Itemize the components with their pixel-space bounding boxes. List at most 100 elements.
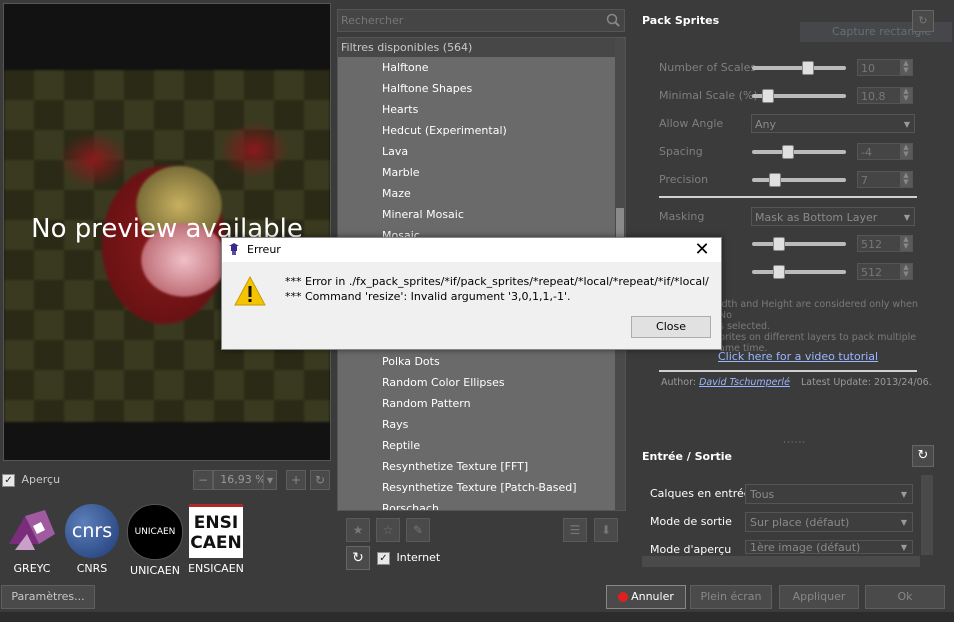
slider-knob[interactable] bbox=[802, 61, 814, 75]
spin-arrows-icon[interactable]: ▲ ▼ bbox=[900, 60, 912, 75]
slider-knob[interactable] bbox=[782, 145, 794, 159]
filter-item[interactable]: Resynthetize Texture [FFT] bbox=[338, 456, 614, 477]
logo-greyc: GREYC bbox=[3, 504, 61, 575]
reset-params-button[interactable]: ↻ bbox=[912, 10, 934, 32]
param-slider[interactable] bbox=[752, 237, 846, 251]
apercu-label: Aperçu bbox=[21, 473, 61, 486]
filter-item[interactable]: Hedcut (Experimental) bbox=[338, 120, 614, 141]
filter-item[interactable]: Halftone Shapes bbox=[338, 78, 614, 99]
rename-fave-icon[interactable]: ✎ bbox=[406, 518, 430, 542]
filters-header: Filtres disponibles (564) bbox=[338, 38, 617, 57]
settings-button[interactable]: Paramètres... bbox=[1, 585, 95, 609]
zoom-reset-button[interactable]: ↻ bbox=[310, 470, 330, 490]
search-placeholder: Rechercher bbox=[341, 14, 404, 27]
io-horizontal-scrollbar[interactable] bbox=[642, 556, 920, 567]
param-combo[interactable]: Mask as Bottom Layer ▼ bbox=[751, 207, 915, 226]
author-line: Author: David Tschumperlé Latest Update:… bbox=[661, 377, 932, 388]
filter-item[interactable]: Reptile bbox=[338, 435, 614, 456]
internet-checkbox[interactable]: ✓ bbox=[377, 551, 390, 565]
list-view-icon[interactable]: ☰ bbox=[563, 518, 587, 542]
param-slider[interactable] bbox=[752, 61, 846, 75]
apercu-toggle[interactable]: ✓ Aperçu bbox=[2, 473, 60, 487]
slider-knob[interactable] bbox=[773, 265, 785, 279]
param-label: Spacing bbox=[659, 145, 703, 158]
note-line: idth and Height are considered only when… bbox=[719, 299, 919, 321]
slider-knob[interactable] bbox=[773, 237, 785, 251]
search-icon[interactable] bbox=[606, 13, 620, 27]
slider-knob[interactable] bbox=[762, 89, 774, 103]
filter-item[interactable]: Rorschach bbox=[338, 498, 614, 510]
internet-label: Internet bbox=[396, 551, 441, 564]
param-slider[interactable] bbox=[752, 265, 846, 279]
filter-item[interactable]: Halftone bbox=[338, 57, 614, 78]
note-line: prites on different layers to pack multi… bbox=[719, 332, 917, 343]
input-layers-combo[interactable]: Tous ▼ bbox=[745, 484, 913, 504]
filter-item[interactable]: Hearts bbox=[338, 99, 614, 120]
spin-arrows-icon[interactable]: ▲ ▼ bbox=[900, 236, 912, 251]
filter-item[interactable]: Polka Dots bbox=[338, 351, 614, 372]
io-reset-button[interactable]: ↻ bbox=[912, 445, 934, 467]
param-spinbox[interactable]: 512 ▲ ▼ bbox=[857, 235, 913, 252]
cancel-button[interactable]: Annuler bbox=[606, 585, 686, 609]
param-label: Number of Scales bbox=[659, 61, 757, 74]
error-line: *** Error in ./fx_pack_sprites/*if/pack_… bbox=[285, 275, 709, 288]
chevron-down-icon: ▼ bbox=[900, 490, 907, 499]
fullscreen-button[interactable]: Plein écran bbox=[690, 585, 772, 609]
apply-button[interactable]: Appliquer bbox=[779, 585, 859, 609]
filter-item[interactable]: Lava bbox=[338, 141, 614, 162]
io-vertical-scrollbar[interactable] bbox=[921, 475, 933, 555]
filter-item[interactable]: Maze bbox=[338, 183, 614, 204]
spin-arrows-icon[interactable]: ▲ ▼ bbox=[900, 264, 912, 279]
param-spinbox[interactable]: 10.8 ▲ ▼ bbox=[857, 87, 913, 104]
author-link[interactable]: David Tschumperlé bbox=[699, 377, 790, 388]
spin-arrows-icon[interactable]: ▲ ▼ bbox=[900, 88, 912, 103]
filter-item[interactable]: Random Pattern bbox=[338, 393, 614, 414]
logo-caption: ENSICAEN bbox=[188, 562, 244, 575]
spin-value: 10 bbox=[861, 62, 875, 75]
logo-caption: GREYC bbox=[13, 562, 51, 575]
zoom-in-button[interactable]: + bbox=[286, 470, 306, 490]
param-combo[interactable]: Any ▼ bbox=[751, 114, 915, 133]
io-label: Mode d'aperçu bbox=[650, 543, 732, 556]
param-slider[interactable] bbox=[752, 89, 846, 103]
remove-fave-icon[interactable]: ☆ bbox=[376, 518, 400, 542]
filter-item[interactable]: Resynthetize Texture [Patch-Based] bbox=[338, 477, 614, 498]
logo-unicaen: UNICAEN UNICAEN bbox=[126, 504, 184, 577]
apercu-checkbox[interactable]: ✓ bbox=[2, 473, 15, 487]
param-slider[interactable] bbox=[752, 145, 846, 159]
param-spinbox[interactable]: 10 ▲ ▼ bbox=[857, 59, 913, 76]
refresh-filters-button[interactable]: ↻ bbox=[346, 546, 370, 570]
param-label: Allow Angle bbox=[659, 117, 724, 130]
close-button[interactable]: Close bbox=[631, 316, 711, 338]
update-date: Latest Update: 2013/24/06. bbox=[800, 377, 932, 388]
output-mode-combo[interactable]: Sur place (défaut) ▼ bbox=[745, 512, 913, 532]
param-spinbox[interactable]: 7 ▲ ▼ bbox=[857, 171, 913, 188]
param-spinbox[interactable]: -4 ▲ ▼ bbox=[857, 143, 913, 160]
video-tutorial-link[interactable]: Click here for a video tutorial bbox=[718, 350, 878, 363]
zoom-out-button[interactable]: − bbox=[193, 470, 213, 490]
param-label: Masking bbox=[659, 210, 705, 223]
param-slider[interactable] bbox=[752, 173, 846, 187]
spin-arrows-icon[interactable]: ▲ ▼ bbox=[900, 172, 912, 187]
filter-item[interactable]: Random Color Ellipses bbox=[338, 372, 614, 393]
ok-button[interactable]: Ok bbox=[865, 585, 945, 609]
separator bbox=[659, 196, 917, 198]
filter-item[interactable]: Marble bbox=[338, 162, 614, 183]
warning-icon bbox=[233, 275, 267, 307]
add-fave-icon[interactable]: ★ bbox=[346, 518, 370, 542]
internet-toggle[interactable]: ✓ Internet bbox=[377, 551, 440, 565]
filter-item[interactable]: Mineral Mosaic bbox=[338, 204, 614, 225]
dialog-titlebar[interactable]: Erreur ✕ bbox=[222, 238, 721, 262]
zoom-dropdown-icon[interactable]: ▾ bbox=[263, 470, 277, 490]
search-box[interactable]: Rechercher bbox=[337, 9, 625, 32]
spin-arrows-icon[interactable]: ▲ ▼ bbox=[900, 144, 912, 159]
slider-knob[interactable] bbox=[769, 173, 781, 187]
close-icon[interactable]: ✕ bbox=[690, 239, 714, 261]
filters-scroll-thumb[interactable] bbox=[616, 208, 624, 238]
preview-mode-combo[interactable]: 1ère image (défaut) ▼ bbox=[745, 540, 913, 554]
spin-value: 7 bbox=[861, 174, 868, 187]
logo-cnrs: cnrs CNRS bbox=[63, 504, 121, 575]
expand-collapse-icon[interactable]: ⬇ bbox=[594, 518, 618, 542]
param-spinbox[interactable]: 512 ▲ ▼ bbox=[857, 263, 913, 280]
filter-item[interactable]: Rays bbox=[338, 414, 614, 435]
